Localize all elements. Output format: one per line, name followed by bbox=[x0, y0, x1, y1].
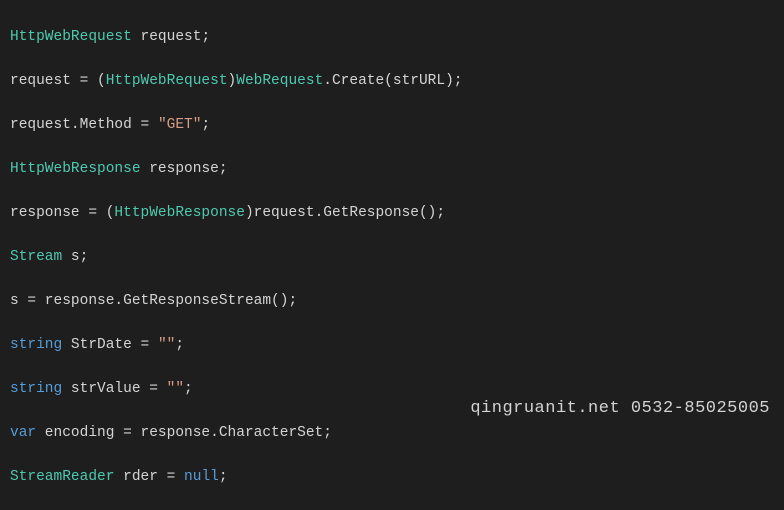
code-line: HttpWebResponse response; bbox=[10, 158, 774, 180]
string-token: "" bbox=[167, 381, 184, 397]
code-line: request.Method = "GET"; bbox=[10, 114, 774, 136]
type-token: HttpWebRequest bbox=[10, 29, 132, 45]
text-token: request = ( bbox=[10, 73, 106, 89]
text-token: s; bbox=[62, 249, 88, 265]
text-token: ; bbox=[175, 337, 184, 353]
text-token: encoding = response.CharacterSet; bbox=[36, 425, 332, 441]
text-token: s = response.GetResponseStream(); bbox=[10, 293, 297, 309]
code-line: StreamReader rder = null; bbox=[10, 466, 774, 488]
text-token: ; bbox=[219, 469, 228, 485]
string-token: "GET" bbox=[158, 117, 202, 133]
text-token: rder = bbox=[114, 469, 184, 485]
text-token: response; bbox=[141, 161, 228, 177]
text-token: ; bbox=[184, 381, 193, 397]
text-token: StrDate = bbox=[62, 337, 158, 353]
text-token: request.Method = bbox=[10, 117, 158, 133]
code-editor[interactable]: HttpWebRequest request; request = (HttpW… bbox=[0, 0, 784, 510]
text-token: ) bbox=[228, 73, 237, 89]
string-token: "" bbox=[158, 337, 175, 353]
type-token: HttpWebResponse bbox=[114, 205, 245, 221]
type-token: WebRequest bbox=[236, 73, 323, 89]
type-token: Stream bbox=[10, 249, 62, 265]
type-token: StreamReader bbox=[10, 469, 114, 485]
text-token: strValue = bbox=[62, 381, 166, 397]
code-line: request = (HttpWebRequest)WebRequest.Cre… bbox=[10, 70, 774, 92]
type-token: HttpWebResponse bbox=[10, 161, 141, 177]
text-token: request; bbox=[132, 29, 210, 45]
code-line: s = response.GetResponseStream(); bbox=[10, 290, 774, 312]
text-token: response = ( bbox=[10, 205, 114, 221]
code-line: string StrDate = ""; bbox=[10, 334, 774, 356]
code-line: var encoding = response.CharacterSet; bbox=[10, 422, 774, 444]
text-token: )request.GetResponse(); bbox=[245, 205, 445, 221]
null-token: null bbox=[184, 469, 219, 485]
keyword-token: string bbox=[10, 381, 62, 397]
code-line: response = (HttpWebResponse)request.GetR… bbox=[10, 202, 774, 224]
text-token: ; bbox=[201, 117, 210, 133]
code-line: Stream s; bbox=[10, 246, 774, 268]
type-token: HttpWebRequest bbox=[106, 73, 228, 89]
code-line: HttpWebRequest request; bbox=[10, 26, 774, 48]
text-token: .Create(strURL); bbox=[323, 73, 462, 89]
keyword-token: string bbox=[10, 337, 62, 353]
watermark-text: qingruanit.net 0532-85025005 bbox=[470, 398, 770, 420]
code-line: string strValue = ""; bbox=[10, 378, 774, 400]
keyword-token: var bbox=[10, 425, 36, 441]
